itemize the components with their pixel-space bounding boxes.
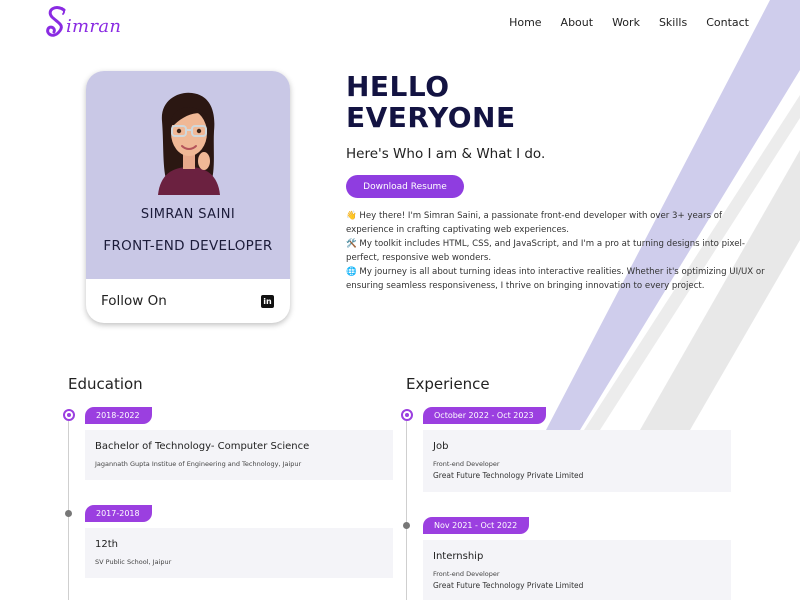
education-entry-title: 12th [95,539,118,550]
bio-paragraph: 🌐 My journey is all about turning ideas … [346,267,765,291]
hero-heading-line-2: EVERYONE [346,101,516,134]
profile-card-header: SIMRAN SAINI FRONT-END DEVELOPER [86,71,290,279]
experience-entry-company: Great Future Technology Private Limited [433,471,584,480]
main-nav: Home About Work Skills Contact [509,16,749,29]
education-timeline [68,416,69,600]
linkedin-icon[interactable]: in [261,295,274,308]
avatar [158,92,220,195]
download-resume-button[interactable]: Download Resume [346,175,464,198]
nav-about[interactable]: About [561,16,594,29]
experience-entry: Job Front-end Developer Great Future Tec… [423,430,731,492]
education-period-badge: 2018-2022 [85,407,152,424]
experience-entry-title: Internship [433,551,484,562]
experience-period-badge: Nov 2021 - Oct 2022 [423,517,530,534]
experience-entry-title: Job [433,441,449,452]
logo[interactable]: imran [44,4,121,40]
experience-period-badge: October 2022 - Oct 2023 [423,407,546,424]
profile-name: SIMRAN SAINI [140,207,236,222]
education-entry: 12th SV Public School, Jaipur [85,528,393,578]
bio-paragraph: 👋 Hey there! I'm Simran Saini, a passion… [346,211,723,235]
experience-entry-company: Great Future Technology Private Limited [433,581,584,590]
timeline-dot [403,522,410,529]
hero-tagline: Here's Who I am & What I do. [346,146,546,162]
education-entry-title: Bachelor of Technology- Computer Science [95,441,310,452]
bio-paragraph: 🛠️ My toolkit includes HTML, CSS, and Ja… [346,239,746,263]
nav-contact[interactable]: Contact [706,16,749,29]
profile-card: SIMRAN SAINI FRONT-END DEVELOPER Follow … [86,71,290,323]
education-entry: Bachelor of Technology- Computer Science… [85,430,393,480]
nav-home[interactable]: Home [509,16,541,29]
profile-role: FRONT-END DEVELOPER [103,238,273,254]
nav-work[interactable]: Work [612,16,640,29]
education-period-badge: 2017-2018 [85,505,152,522]
timeline-dot [65,510,72,517]
experience-entry-role: Front-end Developer [433,570,500,578]
nav-skills[interactable]: Skills [659,16,687,29]
bio: 👋 Hey there! I'm Simran Saini, a passion… [346,209,766,293]
logo-text: imran [66,16,122,37]
timeline-dot-active [401,409,413,421]
experience-timeline [406,416,407,600]
timeline-dot-active [63,409,75,421]
education-entry-subtitle: Jagannath Gupta Institue of Engineering … [95,460,302,468]
experience-entry: Internship Front-end Developer Great Fut… [423,540,731,600]
education-title: Education [68,375,143,393]
education-entry-subtitle: SV Public School, Jaipur [95,558,172,566]
hero-heading-line-1: HELLO [346,70,450,103]
hero-heading: HELLO EVERYONE [346,71,516,133]
follow-on-label: Follow On [101,293,167,309]
experience-title: Experience [406,375,490,393]
experience-entry-role: Front-end Developer [433,460,500,468]
